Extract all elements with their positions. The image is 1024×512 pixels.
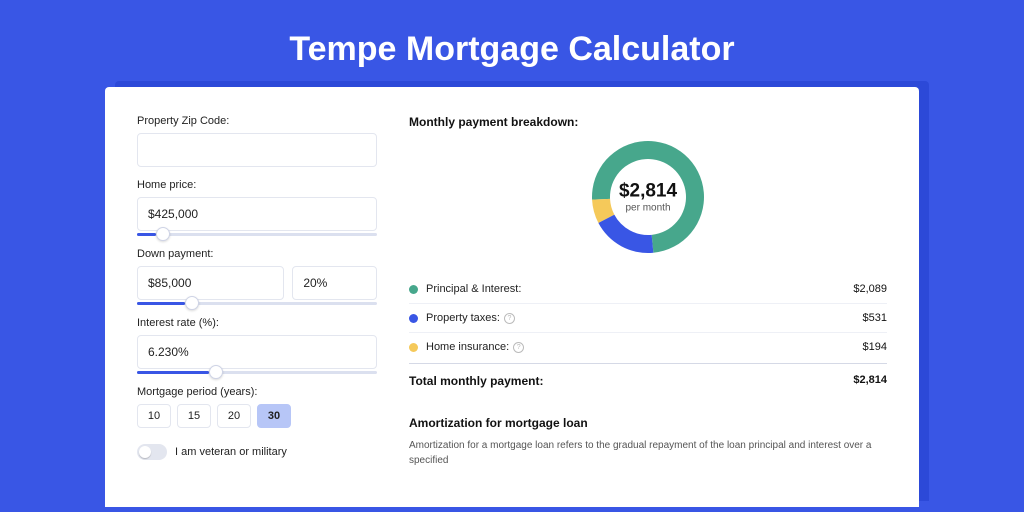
period-button-30[interactable]: 30 bbox=[257, 404, 291, 428]
info-icon[interactable]: ? bbox=[504, 313, 515, 324]
interest-group: Interest rate (%): bbox=[137, 317, 377, 374]
home-price-group: Home price: bbox=[137, 179, 377, 236]
home-price-input[interactable] bbox=[137, 197, 377, 231]
amortization-text: Amortization for a mortgage loan refers … bbox=[409, 438, 887, 468]
home-price-slider[interactable] bbox=[137, 233, 377, 236]
down-payment-amount-input[interactable] bbox=[137, 266, 284, 300]
form-column: Property Zip Code: Home price: Down paym… bbox=[137, 115, 377, 507]
period-label: Mortgage period (years): bbox=[137, 386, 377, 398]
donut-chart: $2,814 per month bbox=[409, 137, 887, 257]
total-value: $2,814 bbox=[853, 374, 887, 388]
period-button-10[interactable]: 10 bbox=[137, 404, 171, 428]
page-title: Tempe Mortgage Calculator bbox=[0, 0, 1024, 87]
period-group: Mortgage period (years): 10152030 bbox=[137, 386, 377, 428]
donut-center: $2,814 per month bbox=[619, 181, 677, 214]
down-payment-slider[interactable] bbox=[137, 302, 377, 305]
info-icon[interactable]: ? bbox=[513, 342, 524, 353]
legend-value: $2,089 bbox=[853, 283, 887, 295]
calculator-card: Property Zip Code: Home price: Down paym… bbox=[105, 87, 919, 507]
legend-dot bbox=[409, 343, 418, 352]
period-button-15[interactable]: 15 bbox=[177, 404, 211, 428]
breakdown-title: Monthly payment breakdown: bbox=[409, 115, 887, 129]
down-payment-label: Down payment: bbox=[137, 248, 377, 260]
down-payment-percent-input[interactable] bbox=[292, 266, 377, 300]
toggle-knob bbox=[139, 446, 151, 458]
slider-thumb[interactable] bbox=[209, 365, 223, 379]
donut-sub: per month bbox=[619, 203, 677, 214]
zip-label: Property Zip Code: bbox=[137, 115, 377, 127]
interest-slider[interactable] bbox=[137, 371, 377, 374]
down-payment-group: Down payment: bbox=[137, 248, 377, 305]
interest-input[interactable] bbox=[137, 335, 377, 369]
total-row: Total monthly payment: $2,814 bbox=[409, 363, 887, 402]
legend-value: $531 bbox=[863, 312, 887, 324]
legend-value: $194 bbox=[863, 341, 887, 353]
zip-group: Property Zip Code: bbox=[137, 115, 377, 167]
legend-row: Property taxes:?$531 bbox=[409, 304, 887, 333]
legend-dot bbox=[409, 285, 418, 294]
slider-thumb[interactable] bbox=[156, 227, 170, 241]
home-price-label: Home price: bbox=[137, 179, 377, 191]
total-label: Total monthly payment: bbox=[409, 374, 853, 388]
zip-input[interactable] bbox=[137, 133, 377, 167]
donut-slice bbox=[598, 215, 653, 253]
legend-row: Principal & Interest:$2,089 bbox=[409, 275, 887, 304]
legend-dot bbox=[409, 314, 418, 323]
veteran-label: I am veteran or military bbox=[175, 446, 287, 458]
legend-label: Home insurance:? bbox=[426, 341, 863, 353]
donut-amount: $2,814 bbox=[619, 181, 677, 203]
amortization-title: Amortization for mortgage loan bbox=[409, 416, 887, 430]
period-button-20[interactable]: 20 bbox=[217, 404, 251, 428]
legend-row: Home insurance:?$194 bbox=[409, 333, 887, 361]
veteran-toggle[interactable] bbox=[137, 444, 167, 460]
legend-label: Property taxes:? bbox=[426, 312, 863, 324]
legend-label: Principal & Interest: bbox=[426, 283, 853, 295]
breakdown-column: Monthly payment breakdown: $2,814 per mo… bbox=[409, 115, 887, 507]
interest-label: Interest rate (%): bbox=[137, 317, 377, 329]
slider-thumb[interactable] bbox=[185, 296, 199, 310]
veteran-row: I am veteran or military bbox=[137, 444, 377, 460]
